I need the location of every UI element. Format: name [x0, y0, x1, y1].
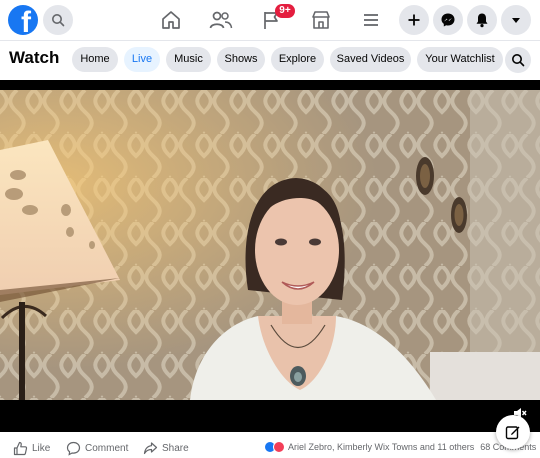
home-icon — [162, 11, 180, 29]
comment-button[interactable]: Comment — [66, 441, 128, 456]
share-icon — [143, 442, 158, 455]
tab-home[interactable]: Home — [72, 47, 118, 72]
thumbs-up-icon — [13, 441, 28, 456]
create-button[interactable] — [399, 5, 429, 35]
search-icon — [52, 14, 65, 27]
comment-icon — [66, 441, 81, 456]
messenger-icon — [441, 13, 455, 27]
compose-button[interactable] — [496, 415, 530, 449]
top-navigation-bar: f 9+ — [0, 0, 540, 40]
page-title: Watch — [9, 48, 60, 67]
like-button[interactable]: Like — [13, 441, 50, 456]
reactions-text: Ariel Zebro, Kimberly Wix Towns and 11 o… — [288, 442, 475, 452]
watch-search-button[interactable] — [505, 47, 531, 73]
facebook-logo[interactable]: f — [8, 5, 38, 35]
nav-home[interactable] — [159, 8, 183, 32]
bell-icon — [476, 13, 488, 28]
messenger-button[interactable] — [433, 5, 463, 35]
video-player[interactable] — [0, 80, 540, 432]
tab-shows[interactable]: Shows — [217, 47, 265, 72]
tab-explore[interactable]: Explore — [271, 47, 324, 72]
like-label: Like — [32, 443, 51, 454]
nav-menu[interactable] — [359, 8, 383, 32]
tab-saved-videos[interactable]: Saved Videos — [330, 47, 411, 72]
nav-marketplace[interactable] — [309, 8, 333, 32]
reactions-summary[interactable]: Ariel Zebro, Kimberly Wix Towns and 11 o… — [264, 441, 536, 453]
plus-icon — [408, 14, 420, 26]
notifications-button[interactable] — [467, 5, 497, 35]
compose-icon — [505, 426, 520, 440]
account-button[interactable] — [501, 5, 531, 35]
tab-your-watchlist[interactable]: Your Watchlist — [417, 47, 503, 72]
search-button[interactable] — [43, 5, 73, 35]
comment-label: Comment — [85, 443, 129, 454]
search-icon — [512, 54, 525, 67]
marketplace-icon — [312, 11, 330, 29]
love-reaction-icon — [273, 441, 285, 453]
menu-icon — [364, 14, 378, 26]
video-frame — [0, 90, 540, 400]
share-label: Share — [162, 443, 189, 454]
tab-music[interactable]: Music — [166, 47, 211, 72]
friends-icon — [209, 11, 233, 29]
nav-friends[interactable] — [209, 8, 233, 32]
notifications-badge: 9+ — [275, 4, 295, 18]
caret-down-icon — [512, 18, 520, 23]
share-button[interactable]: Share — [143, 441, 189, 456]
tab-live[interactable]: Live — [124, 47, 160, 72]
